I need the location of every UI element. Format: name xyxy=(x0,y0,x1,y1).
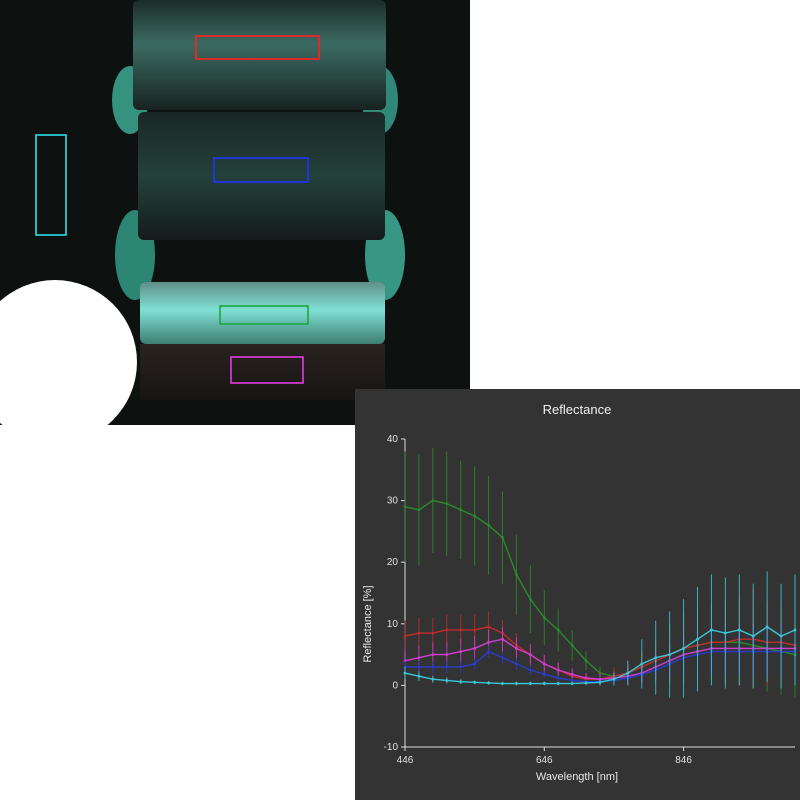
y-tick-label: -10 xyxy=(384,742,399,753)
data-point xyxy=(431,677,435,681)
data-point xyxy=(556,628,560,632)
y-tick-label: 10 xyxy=(387,619,399,630)
data-point xyxy=(612,677,616,681)
data-point xyxy=(515,647,518,650)
plot-area: -10 0 10 20 30 40 446 646 846 xyxy=(384,434,797,766)
y-tick-label: 40 xyxy=(387,434,399,445)
data-point xyxy=(723,631,727,635)
data-point xyxy=(584,676,588,680)
chart-title: Reflectance xyxy=(543,402,612,417)
data-point xyxy=(459,650,463,653)
data-point xyxy=(584,681,588,685)
data-point xyxy=(793,628,797,632)
data-point xyxy=(779,634,783,638)
data-point xyxy=(445,653,449,656)
data-point xyxy=(459,628,463,632)
data-point xyxy=(737,628,741,632)
data-point xyxy=(473,647,477,650)
roi-cyan xyxy=(35,134,67,236)
data-point xyxy=(473,514,477,518)
data-point xyxy=(417,665,421,669)
x-tick-label: 846 xyxy=(675,755,692,766)
data-point xyxy=(515,573,518,576)
data-point xyxy=(654,656,658,660)
data-point xyxy=(487,681,490,685)
reflectance-chart-panel: Reflectance Reflectance [%] Wavelength [… xyxy=(355,389,800,800)
data-point xyxy=(445,665,449,669)
y-tick-label: 20 xyxy=(387,557,399,568)
data-point xyxy=(528,682,532,685)
data-point xyxy=(765,625,769,629)
x-tick-label: 646 xyxy=(536,755,553,766)
data-point xyxy=(417,508,421,512)
data-point xyxy=(473,628,477,632)
data-point xyxy=(640,662,644,666)
data-point xyxy=(487,650,490,653)
data-point xyxy=(542,682,546,685)
data-point xyxy=(459,508,463,512)
x-axis-label: Wavelength [nm] xyxy=(536,771,618,783)
data-point xyxy=(710,628,713,632)
data-point xyxy=(584,659,588,663)
data-point xyxy=(431,631,435,635)
data-point xyxy=(682,647,685,650)
data-point xyxy=(487,640,490,644)
y-axis-label: Reflectance [%] xyxy=(362,585,374,662)
data-point xyxy=(431,665,435,669)
data-point xyxy=(501,682,504,685)
data-point xyxy=(528,668,532,672)
data-point xyxy=(445,628,449,632)
series-line-1 xyxy=(404,499,796,677)
data-point xyxy=(445,679,449,682)
data-point xyxy=(542,662,546,666)
data-point xyxy=(403,505,407,509)
data-point xyxy=(528,597,532,601)
data-point xyxy=(431,499,435,502)
data-point xyxy=(501,637,504,641)
data-point xyxy=(570,672,574,676)
data-point xyxy=(459,680,463,684)
data-point xyxy=(417,656,421,660)
data-point xyxy=(598,680,602,684)
data-point xyxy=(403,634,407,638)
data-point xyxy=(459,665,463,669)
hyperspectral-image xyxy=(0,0,405,425)
data-point xyxy=(431,653,435,656)
data-point xyxy=(542,672,546,676)
data-point xyxy=(556,682,560,685)
data-point xyxy=(403,671,407,675)
y-tick-label: 30 xyxy=(387,496,399,507)
reflectance-chart: Reflectance Reflectance [%] Wavelength [… xyxy=(362,402,797,783)
data-point xyxy=(515,682,518,685)
hyperspectral-image-panel xyxy=(0,0,470,425)
data-point xyxy=(542,616,546,620)
data-point xyxy=(501,536,504,539)
data-point xyxy=(487,625,490,629)
data-point xyxy=(473,662,477,666)
data-point xyxy=(501,656,504,660)
data-point xyxy=(556,676,560,680)
data-point xyxy=(417,674,421,678)
data-point xyxy=(556,668,560,672)
data-point xyxy=(626,671,630,675)
x-tick-label: 446 xyxy=(397,755,414,766)
data-point xyxy=(515,662,518,666)
data-point xyxy=(668,653,672,656)
y-tick-label: 0 xyxy=(392,680,398,691)
data-point xyxy=(570,679,574,682)
data-point xyxy=(487,523,490,527)
data-point xyxy=(417,631,421,635)
data-point xyxy=(696,637,699,641)
data-point xyxy=(570,643,574,647)
data-point xyxy=(445,502,449,506)
data-point xyxy=(570,682,574,685)
data-point xyxy=(473,680,477,684)
data-point xyxy=(751,634,755,638)
data-point xyxy=(528,653,532,656)
